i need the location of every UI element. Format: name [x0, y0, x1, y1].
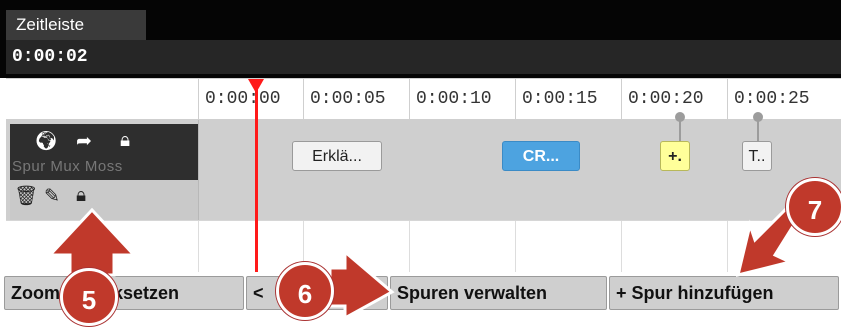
grid-line — [621, 221, 622, 273]
annotation-badge-5: 5 — [60, 268, 118, 326]
grid-line — [515, 221, 516, 273]
tab-timeline[interactable]: Zeitleiste — [6, 10, 146, 40]
clip-item[interactable]: T.. — [742, 141, 772, 171]
empty-track-row[interactable] — [6, 220, 841, 273]
add-track-button[interactable]: + Spur hinzufügen — [609, 276, 839, 310]
track-divider — [198, 120, 199, 220]
annotation-badge-7: 7 — [786, 178, 841, 236]
grid-line — [409, 221, 410, 273]
current-time-display: 0:00:02 — [6, 40, 841, 74]
manage-tracks-button[interactable]: Spuren verwalten — [390, 276, 607, 310]
grid-line — [727, 221, 728, 273]
clip-pin-line — [679, 121, 681, 141]
ruler-tick: 0:00:05 — [303, 79, 386, 119]
zoom-reset-button[interactable]: Zoom zurücksetzen — [4, 276, 244, 310]
clip-pin[interactable] — [675, 112, 685, 122]
ruler-tick: 0:00:00 — [198, 79, 281, 119]
ruler-tick: 0:00:25 — [727, 79, 810, 119]
clip-pin[interactable] — [753, 112, 763, 122]
annotation-badge-6: 6 — [276, 262, 334, 320]
playhead-handle[interactable] — [248, 79, 264, 93]
time-ruler[interactable]: 0:00:00 0:00:05 0:00:10 0:00:15 0:00:20 … — [6, 78, 841, 120]
lock-icon[interactable]: 🔒︎ — [120, 130, 130, 152]
ruler-tick: 0:00:20 — [621, 79, 704, 119]
grid-line — [198, 221, 199, 273]
share-arrow-icon[interactable]: ➦ — [76, 131, 92, 153]
clip-item[interactable]: +. — [660, 141, 690, 171]
trash-icon[interactable]: 🗑︎ — [14, 186, 38, 208]
clip-item[interactable]: CR... — [502, 141, 580, 171]
clip-item[interactable]: Erklä... — [292, 141, 382, 171]
clip-pin-line — [757, 121, 759, 141]
lock-icon[interactable]: 🔒︎ — [76, 185, 86, 207]
playhead-line[interactable] — [255, 84, 258, 276]
track-header-tools — [10, 180, 198, 220]
ruler-spacer — [6, 79, 199, 119]
ruler-tick: 0:00:10 — [409, 79, 492, 119]
globe-icon[interactable]: 🌍︎ — [34, 131, 58, 153]
ruler-tick: 0:00:15 — [515, 79, 598, 119]
pencil-icon[interactable]: ✎ — [44, 186, 60, 208]
track-name-faded: Spur Mux Moss — [12, 158, 123, 175]
